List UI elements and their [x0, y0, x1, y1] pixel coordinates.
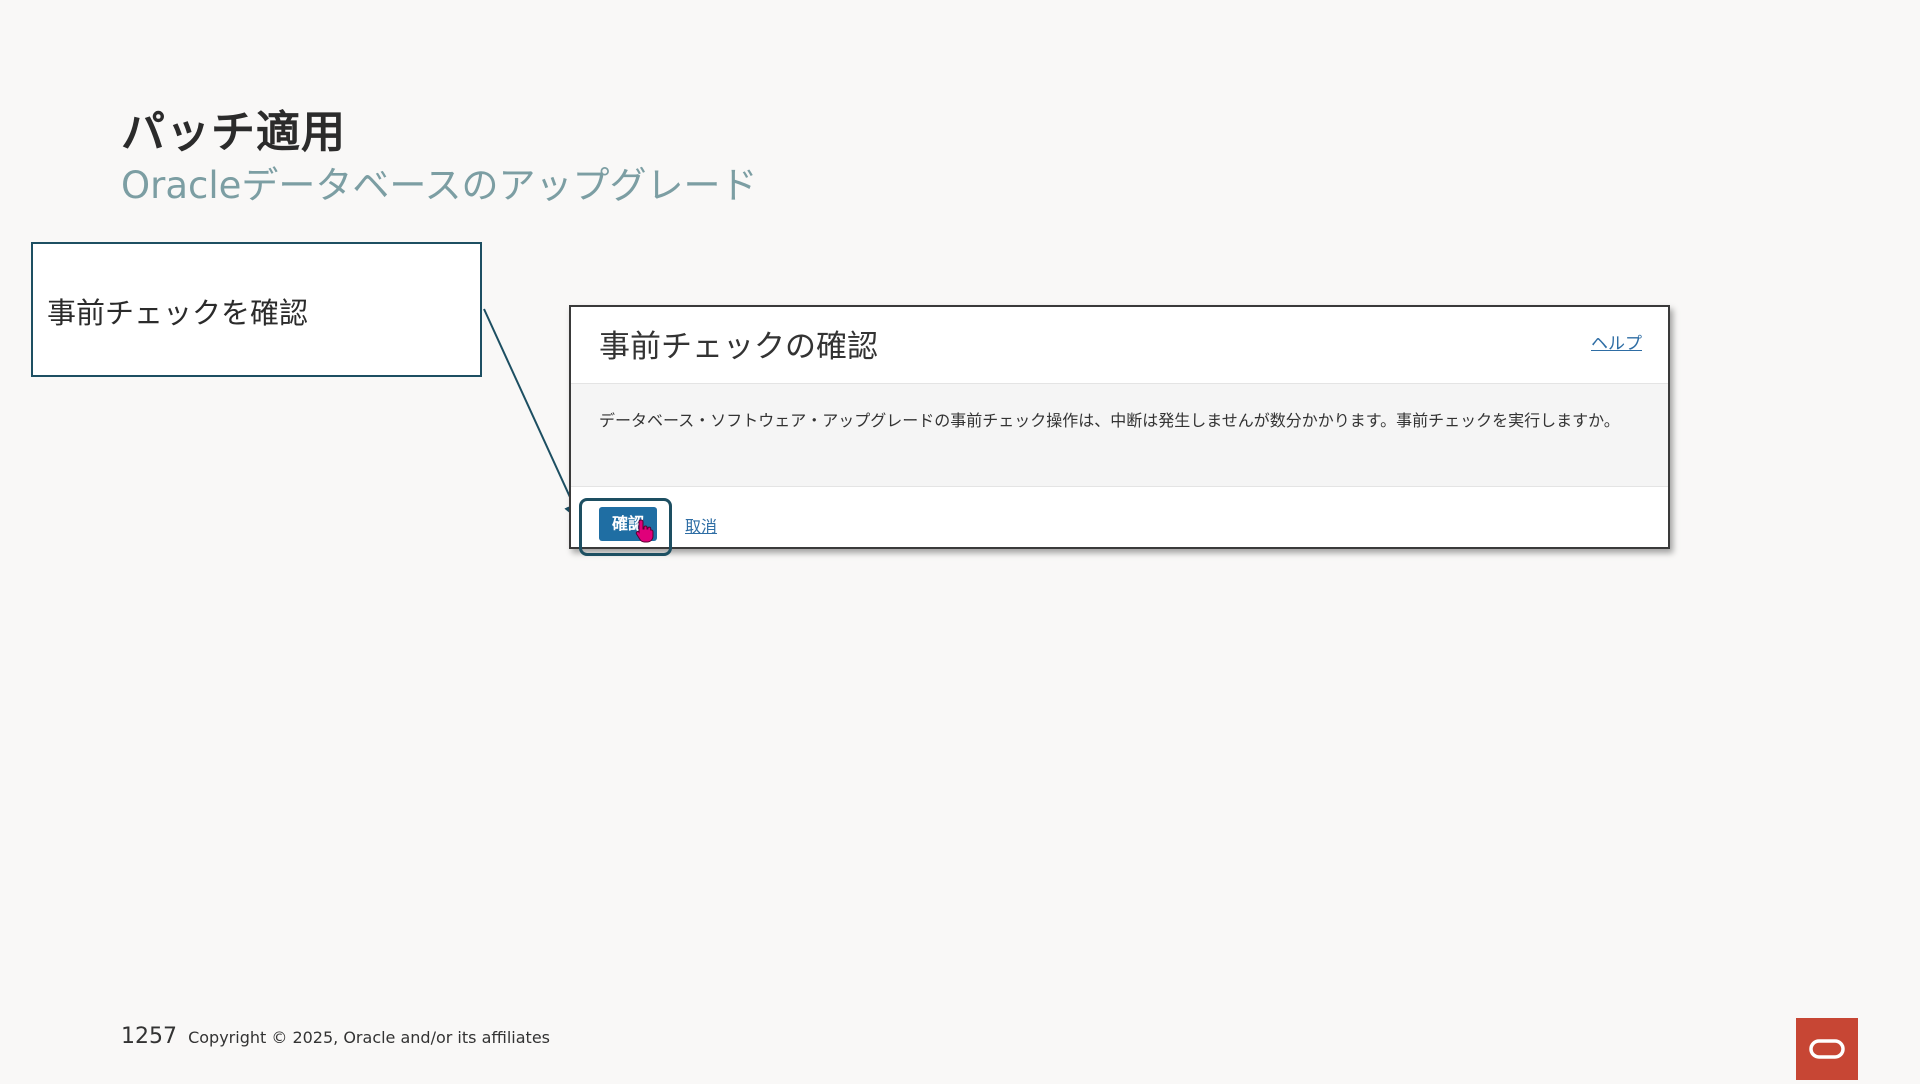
- oracle-logo-icon: [1796, 1018, 1858, 1080]
- dialog-title: 事前チェックの確認: [599, 329, 878, 365]
- copyright-text: Copyright © 2025, Oracle and/or its affi…: [188, 1028, 550, 1047]
- hand-pointer-icon: [635, 519, 654, 543]
- slide-footer: 1257 Copyright © 2025, Oracle and/or its…: [121, 1024, 550, 1049]
- slide-subtitle: Oracleデータベースのアップグレード: [121, 164, 758, 207]
- dialog-footer: 確認 取消: [571, 487, 1668, 556]
- cancel-link[interactable]: 取消: [685, 513, 717, 537]
- dialog-header: 事前チェックの確認 ヘルプ: [571, 307, 1668, 384]
- dialog-message: データベース・ソフトウェア・アップグレードの事前チェック操作は、中断は発生しませ…: [599, 411, 1620, 430]
- callout-box: 事前チェックを確認: [31, 242, 482, 377]
- dialog-body: データベース・ソフトウェア・アップグレードの事前チェック操作は、中断は発生しませ…: [571, 384, 1668, 487]
- help-link[interactable]: ヘルプ: [1591, 329, 1642, 354]
- callout-text: 事前チェックを確認: [47, 296, 309, 330]
- precheck-dialog: 事前チェックの確認 ヘルプ データベース・ソフトウェア・アップグレードの事前チェ…: [569, 305, 1670, 556]
- slide-title: パッチ適用: [121, 107, 346, 158]
- page-number: 1257: [121, 1024, 177, 1049]
